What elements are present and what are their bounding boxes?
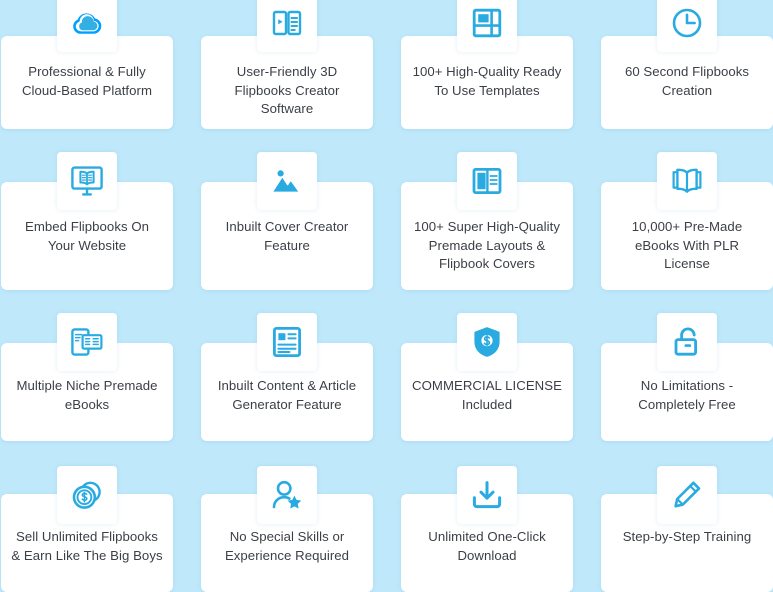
feature-icon-tile (657, 0, 717, 52)
coins-dollar-icon (71, 479, 103, 511)
feature-icon-tile (257, 466, 317, 524)
pencil-icon (672, 480, 702, 510)
feature-card-title: 60 Second Flipbooks Creation (624, 64, 750, 98)
feature-card-title: Multiple Niche Premade eBooks (16, 378, 158, 412)
feature-icon-tile (257, 313, 317, 371)
feature-card-title: Embed Flipbooks On Your Website (24, 219, 150, 253)
feature-icon-tile (657, 313, 717, 371)
feature-card-title: No Limitations - Completely Free (638, 378, 736, 412)
clock-icon (671, 7, 703, 39)
feature-card-title: Sell Unlimited Flipbooks & Earn Like The… (11, 529, 163, 563)
feature-icon-tile (57, 0, 117, 52)
feature-card-title: No Special Skills or Experience Required (224, 529, 350, 563)
feature-card-title: 100+ High-Quality Ready To Use Templates (412, 64, 562, 98)
image-mountain-icon (271, 166, 303, 196)
feature-icon-tile (457, 0, 517, 52)
feature-card-title: Unlimited One-Click Download (428, 529, 546, 563)
unlock-icon (672, 326, 702, 358)
feature-icon-tile (657, 152, 717, 210)
feature-icon-tile (257, 152, 317, 210)
feature-card-title: Step-by-Step Training (622, 529, 752, 544)
open-book-icon (670, 166, 704, 196)
cloud-icon (70, 8, 104, 38)
feature-icon-tile (57, 152, 117, 210)
feature-icon-tile (57, 313, 117, 371)
layout-template-icon (472, 8, 502, 38)
download-icon (471, 480, 503, 510)
feature-icon-tile (257, 0, 317, 52)
feature-card-title: Professional & Fully Cloud-Based Platfor… (21, 64, 152, 98)
article-document-icon (272, 326, 302, 358)
flipbook-play-icon (271, 7, 303, 39)
feature-card-title: User-Friendly 3D Flipbooks Creator Softw… (234, 64, 340, 116)
feature-icon-tile (457, 466, 517, 524)
feature-icon-tile (57, 466, 117, 524)
user-star-icon (271, 479, 303, 511)
monitor-book-icon (70, 165, 104, 197)
two-column-layout-icon (472, 167, 502, 195)
feature-card-title: 10,000+ Pre-Made eBooks With PLR License (631, 219, 743, 271)
features-grid: Professional & Fully Cloud-Based Platfor… (0, 0, 773, 592)
mobile-documents-icon (70, 327, 104, 357)
feature-card-title: 100+ Super High-Quality Premade Layouts … (414, 219, 560, 271)
feature-icon-tile (457, 313, 517, 371)
feature-icon-tile (457, 152, 517, 210)
feature-card-title: Inbuilt Cover Creator Feature (225, 219, 349, 253)
feature-icon-tile (657, 466, 717, 524)
feature-card-title: Inbuilt Content & Article Generator Feat… (217, 378, 357, 412)
shield-dollar-icon (472, 326, 502, 358)
feature-card-title: COMMERCIAL LICENSE Included (412, 378, 562, 412)
